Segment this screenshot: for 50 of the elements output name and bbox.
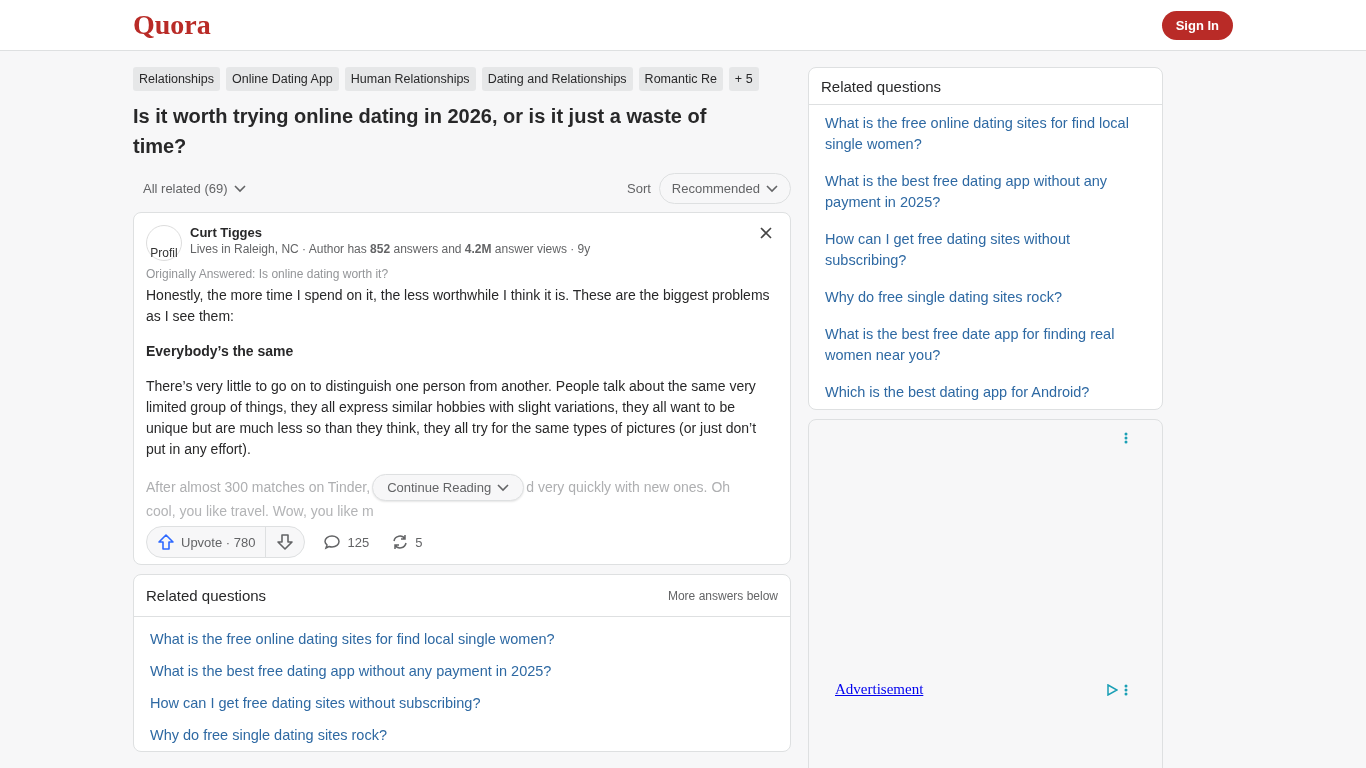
topic-tag[interactable]: Relationships — [133, 67, 221, 91]
related-question-link[interactable]: What is the best free dating app without any payment in 2025? — [134, 655, 790, 687]
related-question-link[interactable]: What is the free online dating sites for find local single women? — [825, 113, 1146, 155]
originally-answered: Originally Answered: Is online dating worth it? — [146, 267, 390, 281]
related-question-link[interactable]: Why do free single dating sites rock? — [134, 719, 790, 751]
question-title: Is it worth trying online dating in 2026, or is it just a waste of time? — [133, 104, 708, 159]
related-question-link[interactable]: Why do free single dating sites rock? — [825, 287, 1146, 308]
chevron-down-icon — [233, 184, 246, 193]
topic-tag[interactable]: Online Dating App — [226, 67, 339, 91]
continue-reading-button[interactable]: Continue Reading — [372, 474, 525, 501]
speech-bubble-icon — [323, 533, 342, 551]
upvote-button[interactable]: Upvote · 780 — [147, 527, 266, 557]
related-question-link[interactable]: How can I get free dating sites without subscribing? — [134, 687, 790, 719]
comments-button[interactable]: 125 — [319, 527, 374, 557]
quora-logo[interactable]: Quora — [133, 9, 211, 41]
all-related-dropdown[interactable]: All related (69) — [143, 181, 246, 196]
faded-answer-text: After almost 300 matches on Tinder, — [146, 478, 371, 497]
sort-dropdown[interactable]: Recommended — [658, 173, 791, 204]
more-options-icon[interactable] — [1124, 683, 1128, 696]
advertisement-link[interactable]: Advertisement — [835, 681, 924, 698]
related-question-link[interactable]: How can I get free dating sites without subscribing? — [825, 229, 1146, 271]
answer-paragraph: There’s very little to go on to distinguish one person from another. People talk about the same very limited group of things, they all express similar hobbies with slight variations, they all want to be unique but are much less so than they think, they all try for the same types of pictures (or just don’t put in any effort). — [146, 377, 758, 459]
related-questions-title: Related questions — [809, 68, 1162, 105]
related-question-link[interactable]: Which is the best dating app for Android? — [825, 382, 1146, 403]
topic-tag[interactable]: Romantic Re — [638, 67, 723, 91]
share-button[interactable]: 5 — [387, 527, 427, 557]
faded-answer-text: cool, you like travel. Wow, you like m — [146, 502, 375, 521]
more-answers-note: More answers below — [667, 588, 778, 603]
topic-tag[interactable]: Human Relationships — [344, 67, 476, 91]
author-credentials: Lives in Raleigh, NC · Author has 852 answers and 4.2M answer views · 9y — [190, 242, 591, 256]
sign-in-button[interactable]: Sign In — [1161, 10, 1233, 40]
faded-answer-text: d very quickly with new ones. Oh — [526, 478, 731, 497]
close-icon[interactable] — [760, 227, 772, 239]
chevron-down-icon — [766, 184, 778, 193]
sort-label: Sort — [627, 181, 651, 196]
chevron-down-icon — [497, 483, 510, 492]
topic-tag[interactable]: + 5 — [728, 67, 759, 91]
author-name[interactable]: Curt Tigges — [190, 225, 591, 240]
topic-tag[interactable]: Dating and Relationships — [481, 67, 633, 91]
more-options-icon[interactable] — [1124, 432, 1128, 444]
related-question-link[interactable]: What is the free online dating sites for find local single women? — [134, 623, 790, 655]
circular-arrows-icon — [391, 533, 410, 551]
answer-heading: Everybody’s the same — [146, 342, 295, 361]
play-triangle-icon[interactable] — [1106, 683, 1118, 696]
arrow-down-icon — [276, 533, 295, 551]
related-question-link[interactable]: What is the best free date app for finding real women near you? — [825, 324, 1146, 366]
related-question-link[interactable]: What is the best free dating app without any payment in 2025? — [825, 171, 1146, 213]
arrow-up-icon — [157, 533, 175, 551]
related-questions-title: Related questions — [146, 587, 267, 604]
answer-paragraph: Honestly, the more time I spend on it, the less worthwhile I think it is. These are the biggest problems as I see them: — [146, 286, 771, 326]
